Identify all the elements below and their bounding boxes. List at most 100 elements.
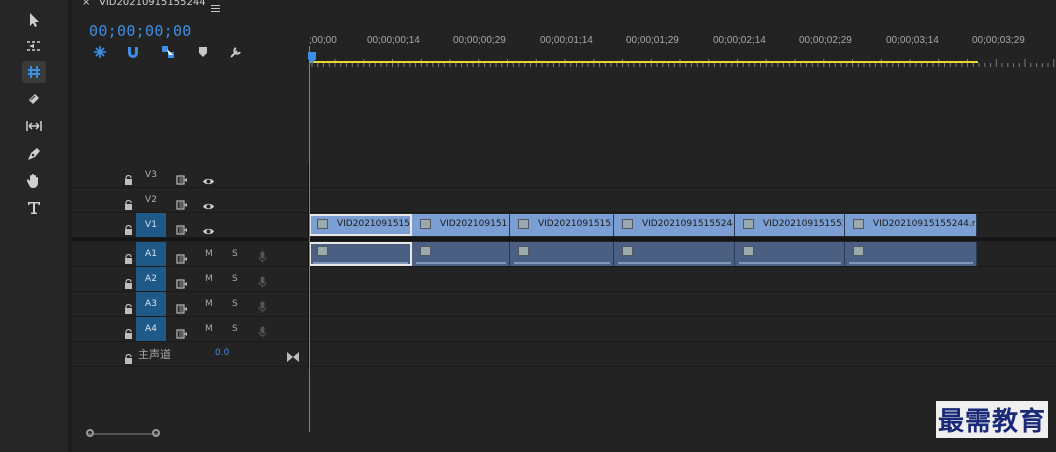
- mute-track-button[interactable]: M: [205, 274, 213, 284]
- audio-clip[interactable]: [412, 242, 510, 266]
- video-clip[interactable]: VID20210915155: [510, 214, 614, 236]
- audio-track-row: A4 M S: [72, 317, 1056, 342]
- track-lock-icon[interactable]: [124, 324, 134, 339]
- ruler-time-label: 00;00;03;14: [886, 35, 939, 46]
- sync-lock-icon[interactable]: [176, 170, 188, 189]
- mute-track-button[interactable]: M: [205, 249, 213, 259]
- video-clip-name: VID2021091515: [337, 219, 410, 229]
- video-clip[interactable]: VID2021091515: [309, 214, 412, 236]
- video-clip[interactable]: VID20210915155244.: [614, 214, 735, 236]
- ruler-time-label: 00;00;02;14: [713, 35, 766, 46]
- slip-tool-icon[interactable]: [22, 115, 46, 137]
- audio-waveform: [739, 262, 841, 264]
- sync-lock-icon[interactable]: [176, 220, 188, 239]
- track-target-a1[interactable]: A1: [136, 242, 166, 266]
- track-target-a3[interactable]: A3: [136, 292, 166, 316]
- fx-badge-icon: [743, 246, 754, 256]
- mute-track-button[interactable]: M: [205, 324, 213, 334]
- razor-tool-icon[interactable]: [22, 88, 46, 110]
- fx-badge-icon: [317, 219, 328, 229]
- track-target-a4[interactable]: A4: [136, 317, 166, 341]
- ruler-time-label: 00;00;00;14: [367, 35, 420, 46]
- playhead-handle[interactable]: [308, 49, 316, 64]
- solo-track-button[interactable]: S: [232, 324, 238, 334]
- solo-track-button[interactable]: S: [232, 274, 238, 284]
- playhead-line[interactable]: [309, 46, 310, 432]
- video-clip-name: VID202109151552: [763, 219, 843, 229]
- video-track-row: V3: [72, 163, 1056, 188]
- type-tool-icon[interactable]: [22, 197, 46, 219]
- track-target-v1[interactable]: V1: [136, 213, 166, 237]
- audio-waveform: [618, 262, 731, 264]
- sync-lock-icon[interactable]: [176, 249, 188, 268]
- track-lock-icon[interactable]: [124, 249, 134, 264]
- track-target-a2[interactable]: A2: [136, 267, 166, 291]
- sync-lock-icon[interactable]: [176, 324, 188, 343]
- video-clip[interactable]: VID202109151552: [735, 214, 845, 236]
- voice-over-record-mic-icon[interactable]: [258, 298, 267, 317]
- scrollbar-left-handle[interactable]: [86, 429, 94, 437]
- voice-over-record-mic-icon[interactable]: [258, 248, 267, 267]
- master-volume-value[interactable]: 0.0: [215, 348, 229, 358]
- ruler-time-label: ;00;00: [309, 35, 337, 46]
- fx-badge-icon: [622, 246, 633, 256]
- fx-badge-icon: [420, 246, 431, 256]
- scrollbar-track[interactable]: [88, 433, 158, 435]
- work-area-bar[interactable]: [310, 61, 978, 63]
- horizontal-zoom-scrollbar[interactable]: [72, 428, 1056, 440]
- video-clip-name: VID20210915155244.m: [873, 219, 975, 229]
- fx-badge-icon: [317, 246, 328, 256]
- video-track-row: V2: [72, 188, 1056, 213]
- scrollbar-right-handle[interactable]: [152, 429, 160, 437]
- ruler-time-label: 00;00;00;29: [453, 35, 506, 46]
- fx-badge-icon: [622, 219, 633, 229]
- audio-waveform: [514, 262, 610, 264]
- track-lock-icon[interactable]: [124, 220, 134, 235]
- track-lock-icon[interactable]: [124, 274, 134, 289]
- voice-over-record-mic-icon[interactable]: [258, 323, 267, 342]
- track-lock-icon[interactable]: [124, 195, 134, 210]
- hand-tool-icon[interactable]: [22, 170, 46, 192]
- fx-badge-icon: [518, 219, 529, 229]
- master-track-row: 主声道 0.0: [72, 342, 1056, 367]
- ruler-time-label: 00;00;03;29: [972, 35, 1025, 46]
- video-clip-name: VID20210915155244.: [642, 219, 733, 229]
- fx-badge-icon: [518, 246, 529, 256]
- fx-badge-icon: [853, 219, 864, 229]
- sync-lock-icon[interactable]: [176, 274, 188, 293]
- pen-tool-icon[interactable]: [22, 143, 46, 165]
- audio-clip[interactable]: [845, 242, 977, 266]
- voice-over-record-mic-icon[interactable]: [258, 273, 267, 292]
- track-lock-icon[interactable]: [124, 170, 134, 185]
- audio-waveform: [416, 262, 506, 264]
- video-clip-name: VID20210915155: [538, 219, 612, 229]
- audio-clip[interactable]: [735, 242, 845, 266]
- go-to-end-icon[interactable]: [287, 347, 299, 366]
- ruler-time-label: 00;00;01;29: [626, 35, 679, 46]
- track-target-v3[interactable]: V3: [136, 163, 166, 187]
- track-target-v2[interactable]: V2: [136, 188, 166, 212]
- watermark-logo: 最需教育: [935, 401, 1048, 438]
- audio-waveform: [313, 262, 408, 264]
- tools-panel: [0, 0, 69, 452]
- video-clip[interactable]: VID2021091515: [412, 214, 510, 236]
- fx-badge-icon: [743, 219, 754, 229]
- audio-clip[interactable]: [510, 242, 614, 266]
- audio-track-row: A3 M S: [72, 292, 1056, 317]
- solo-track-button[interactable]: S: [232, 249, 238, 259]
- master-track-label: 主声道: [138, 348, 171, 361]
- solo-track-button[interactable]: S: [232, 299, 238, 309]
- audio-clip[interactable]: [309, 242, 412, 266]
- track-lock-icon[interactable]: [124, 299, 134, 314]
- ruler-time-label: 00;00;02;29: [799, 35, 852, 46]
- fx-badge-icon: [853, 246, 864, 256]
- sync-lock-icon[interactable]: [176, 299, 188, 318]
- mute-track-button[interactable]: M: [205, 299, 213, 309]
- sync-lock-icon[interactable]: [176, 195, 188, 214]
- track-lock-icon[interactable]: [124, 349, 134, 364]
- audio-clip[interactable]: [614, 242, 735, 266]
- audio-track-row: A2 M S: [72, 267, 1056, 292]
- video-audio-divider: [72, 238, 1056, 241]
- video-clip[interactable]: VID20210915155244.m: [845, 214, 977, 236]
- fx-badge-icon: [420, 219, 431, 229]
